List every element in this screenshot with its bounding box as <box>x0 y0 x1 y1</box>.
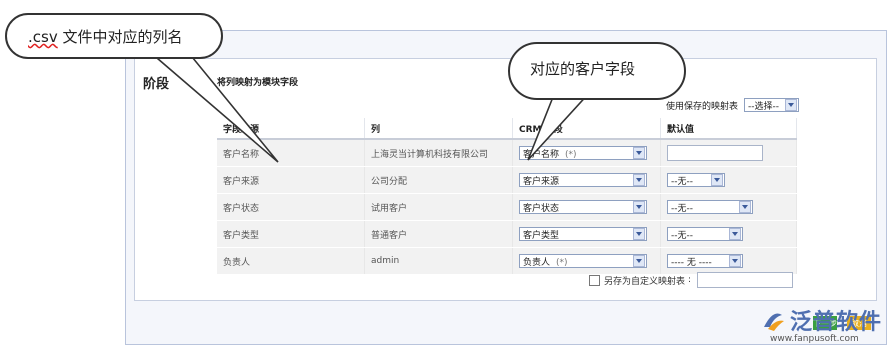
fanpu-logo: 泛普软件 <box>760 304 882 336</box>
callout-crm-field-text: 对应的客户字段 <box>530 60 636 78</box>
logo-name: 泛普软件 <box>790 310 883 335</box>
fanpu-logo-icon <box>760 307 786 333</box>
callout-csv-column-text: .csv 文件中对应的列名 <box>28 28 183 46</box>
logo-url: www.fanpusoft.com <box>770 334 859 344</box>
callout-pointer-crm <box>527 91 592 161</box>
callout-pointer-csv <box>147 51 279 163</box>
